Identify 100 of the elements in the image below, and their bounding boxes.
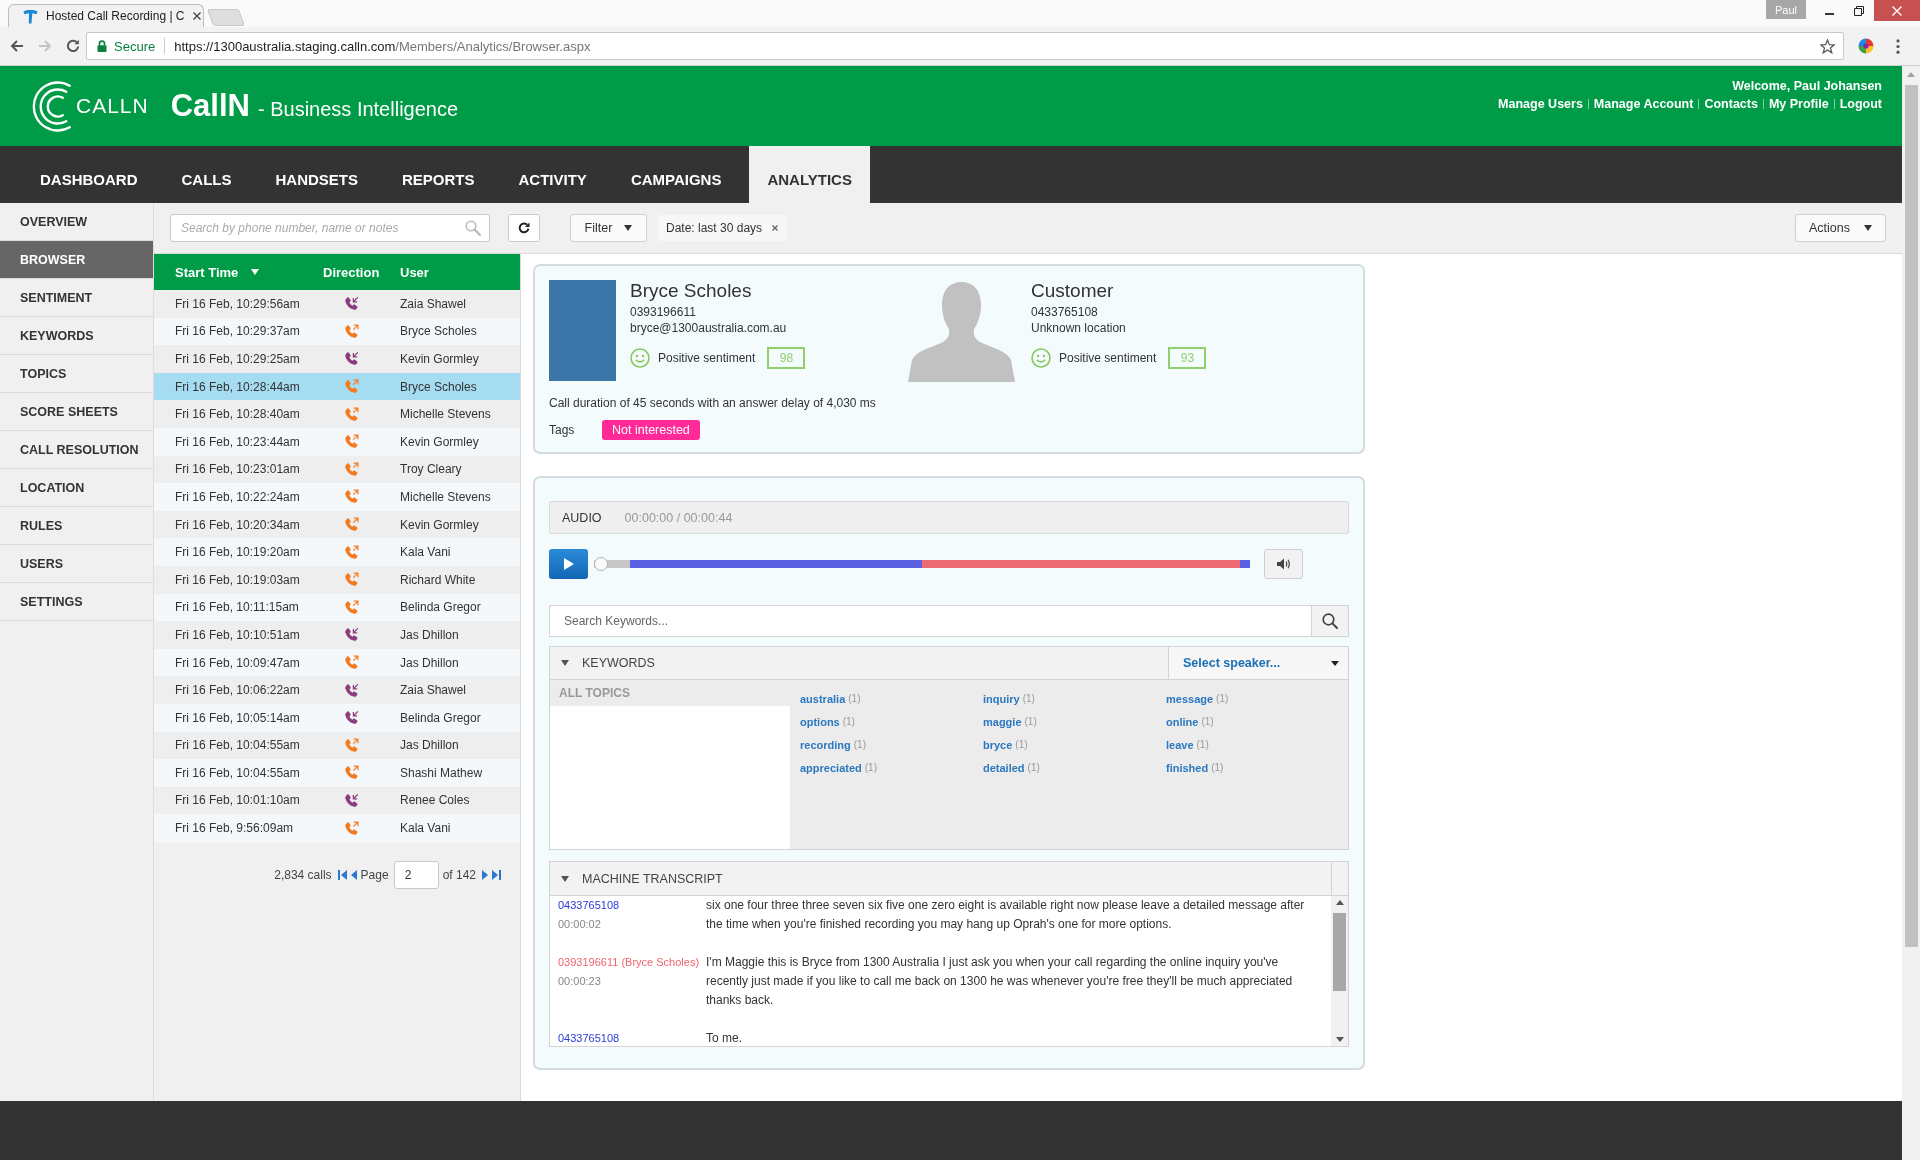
nav-tab[interactable]: CAMPAIGNS	[608, 146, 744, 203]
keyword-link[interactable]: finished	[1166, 761, 1209, 774]
nav-tab[interactable]: CALLS	[159, 146, 254, 203]
keyword-link[interactable]: message	[1166, 692, 1214, 705]
scrollbar-thumb[interactable]	[1904, 85, 1918, 947]
lock-icon	[97, 40, 107, 52]
sidebar-item[interactable]: RULES	[0, 507, 153, 545]
speaker-select[interactable]: Select speaker...	[1168, 647, 1348, 679]
logo-text[interactable]: CALLN	[76, 94, 149, 118]
table-row[interactable]: Fri 16 Feb, 10:05:14am Belinda Gregor	[154, 703, 520, 732]
color-wheel-icon[interactable]	[1858, 38, 1874, 54]
remove-icon[interactable]	[772, 225, 779, 231]
tags-label: Tags	[549, 423, 576, 437]
column-header: Direction	[323, 264, 381, 280]
outgoing-call-icon	[344, 572, 359, 588]
table-row[interactable]: Fri 16 Feb, 10:09:47am Jas Dhillon	[154, 648, 520, 677]
table-row[interactable]: Fri 16 Feb, 10:04:55am Shashi Mathew	[154, 759, 520, 787]
header-link[interactable]: Logout	[1839, 97, 1882, 111]
table-cell-text: Renee Coles	[400, 793, 471, 808]
call-count: 2,834 calls	[274, 867, 332, 882]
table-row[interactable]: Fri 16 Feb, 10:28:44am Bryce Scholes	[154, 372, 520, 401]
header-link[interactable]: Manage Account	[1593, 97, 1694, 111]
keyword-count: (1)	[1211, 762, 1224, 773]
keyword-link[interactable]: options	[800, 715, 840, 728]
nav-tab[interactable]: ACTIVITY	[496, 146, 609, 203]
keyword-link[interactable]: recording	[800, 738, 851, 751]
keyword-link[interactable]: bryce	[983, 738, 1013, 751]
transcript-scrollbar[interactable]	[1331, 896, 1348, 1046]
table-row[interactable]: Fri 16 Feb, 10:19:20am Kala Vani	[154, 538, 520, 566]
scrollbar-thumb[interactable]	[1333, 913, 1346, 991]
scroll-up-icon[interactable]	[1335, 900, 1344, 905]
play-button[interactable]	[549, 549, 588, 579]
keyword-link[interactable]: inquiry	[983, 692, 1020, 705]
table-row[interactable]: Fri 16 Feb, 10:23:44am Kevin Gormley	[154, 427, 520, 456]
sidebar-item[interactable]: SCORE SHEETS	[0, 393, 153, 431]
browser-tab[interactable]: Hosted Call Recording | C	[8, 4, 204, 27]
keyword-link[interactable]: appreciated	[800, 761, 862, 774]
url-text[interactable]: https://1300australia.staging.calln.com/Members/Analytics/Browser.aspx	[174, 38, 591, 54]
sidebar-item[interactable]: LOCATION	[0, 469, 153, 507]
nav-tab[interactable]: DASHBOARD	[18, 146, 160, 203]
nav-tab[interactable]: ANALYTICS	[749, 146, 870, 203]
audio-time: 00:00:00 / 00:00:44	[624, 510, 733, 525]
keyword-search-field[interactable]: Search Keywords...	[549, 605, 1311, 637]
actions-button[interactable]: Actions	[1795, 214, 1886, 242]
speaker-label[interactable]: 0433765108	[558, 896, 620, 915]
filter-button[interactable]: Filter	[570, 214, 647, 242]
column-header[interactable]: Start Time	[175, 264, 260, 280]
keyword-link[interactable]: online	[1166, 715, 1199, 728]
playhead-handle[interactable]	[594, 557, 608, 571]
keyword-link[interactable]: detailed	[983, 761, 1025, 774]
scroll-down-icon[interactable]	[1335, 1037, 1344, 1042]
table-cell-text: Fri 16 Feb, 10:23:01am	[175, 462, 301, 477]
reload-icon[interactable]	[66, 39, 80, 53]
volume-button[interactable]	[1264, 549, 1303, 579]
keyword-link[interactable]: australia	[800, 692, 846, 705]
back-icon[interactable]	[10, 39, 24, 53]
nav-tab[interactable]: HANDSETS	[253, 146, 380, 203]
table-row[interactable]: Fri 16 Feb, 10:22:24am Michelle Stevens	[154, 483, 520, 511]
audio-track[interactable]	[594, 560, 1250, 568]
table-cell-text: Fri 16 Feb, 10:19:20am	[175, 545, 301, 560]
collapse-caret-icon[interactable]	[561, 660, 569, 666]
sidebar-item[interactable]: BROWSER	[0, 241, 153, 279]
table-cell-text: Fri 16 Feb, 10:01:10am	[175, 793, 301, 808]
nav-tab[interactable]: REPORTS	[380, 146, 497, 203]
table-row[interactable]: Fri 16 Feb, 10:29:37am Bryce Scholes	[154, 317, 520, 346]
sidebar-item[interactable]: KEYWORDS	[0, 317, 153, 355]
refresh-button[interactable]	[508, 214, 540, 242]
collapse-caret-icon[interactable]	[561, 875, 569, 882]
first-page-icon[interactable]	[337, 869, 347, 880]
header-link[interactable]: Manage Users	[1498, 97, 1583, 111]
caret-icon	[1864, 225, 1872, 231]
keyword-count: (1)	[848, 693, 861, 704]
table-row[interactable]: Fri 16 Feb, 9:56:09am Kala Vani	[154, 814, 520, 842]
sidebar-item[interactable]: SENTIMENT	[0, 279, 153, 317]
search-field[interactable]: Search by phone number, name or notes	[170, 214, 490, 242]
keyword-link[interactable]: maggie	[983, 715, 1022, 728]
speaker-label[interactable]: 0433765108	[558, 1029, 620, 1046]
page-input[interactable]: 2	[393, 860, 439, 889]
sidebar-item[interactable]: USERS	[0, 545, 153, 583]
close-icon[interactable]	[192, 12, 201, 20]
table-row[interactable]: Fri 16 Feb, 10:11:15am Belinda Gregor	[154, 593, 520, 622]
bookmark-star-icon[interactable]	[1820, 38, 1835, 54]
keyword-link[interactable]: leave	[1166, 738, 1194, 751]
outgoing-call-icon	[344, 434, 359, 450]
sidebar-item[interactable]: CALL RESOLUTION	[0, 431, 153, 469]
last-page-icon[interactable]	[492, 869, 501, 880]
sidebar-item[interactable]: TOPICS	[0, 355, 153, 393]
table-cell-text: Kevin Gormley	[400, 434, 480, 449]
address-bar[interactable]: Secure https://1300australia.staging.calln.com/Members/Analytics/Browser.aspx	[86, 32, 1844, 60]
previous-page-icon[interactable]	[350, 869, 357, 880]
sidebar-item[interactable]: SETTINGS	[0, 583, 153, 621]
logo-icon[interactable]	[32, 80, 72, 132]
menu-icon[interactable]	[1896, 38, 1900, 54]
search-button[interactable]	[1311, 605, 1349, 637]
header-link[interactable]: Contacts	[1704, 97, 1758, 111]
next-page-icon[interactable]	[482, 869, 488, 880]
table-cell-text: Michelle Stevens	[400, 407, 492, 422]
header-link[interactable]: My Profile	[1768, 97, 1829, 111]
page-scrollbar[interactable]	[1902, 66, 1920, 1160]
table-cell-text: Fri 16 Feb, 10:10:51am	[175, 627, 301, 642]
